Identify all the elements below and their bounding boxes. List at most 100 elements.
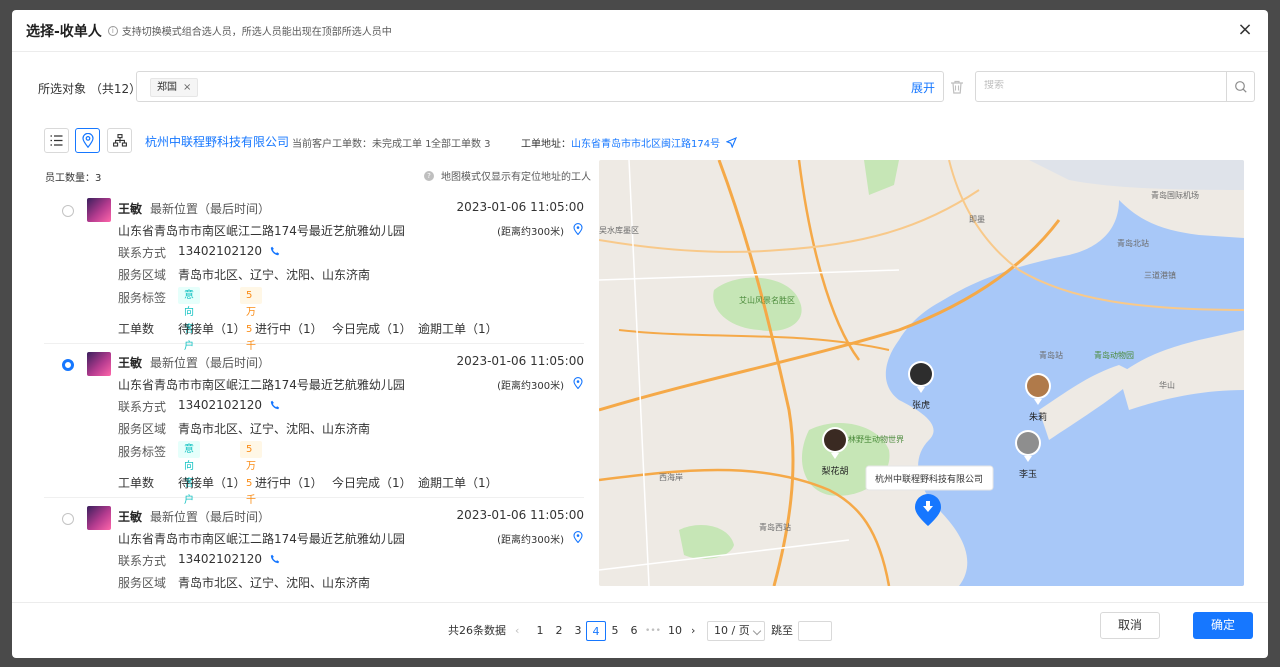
- orders-today-done[interactable]: 今日完成（1）: [332, 320, 412, 337]
- location-time: 2023-01-06 11:05:00: [456, 508, 584, 522]
- staff-address: 山东省青岛市市南区岷江二路174号最近艺航雅幼儿园: [118, 378, 405, 392]
- search-button[interactable]: [1226, 72, 1254, 101]
- company-link[interactable]: 杭州中联程野科技有限公司: [145, 133, 289, 150]
- selected-targets-row: 所选对象 （共12） 郑国 × 展开: [12, 71, 1268, 103]
- map-label: 吴水库墨区: [599, 225, 639, 235]
- tag-remove-icon[interactable]: ×: [183, 82, 191, 93]
- tags-row: 服务标签 意向客户 5万5千: [118, 441, 262, 506]
- tag-chip: 意向客户: [178, 287, 200, 352]
- phone-number: 13402102120: [178, 398, 262, 412]
- next-page-icon[interactable]: ›: [691, 621, 695, 641]
- service-area: 青岛市北区、辽宁、沈阳、山东济南: [178, 422, 371, 436]
- service-area: 青岛市北区、辽宁、沈阳、山东济南: [178, 576, 371, 590]
- map-label: 青岛西站: [759, 522, 791, 532]
- staff-item[interactable]: 王敏 最新位置（最后时间） 2023-01-06 11:05:00 山东省青岛市…: [44, 498, 584, 602]
- page-6[interactable]: 6: [629, 621, 639, 641]
- total-count: 共26条数据: [448, 624, 506, 637]
- search-box: [975, 71, 1255, 102]
- close-icon[interactable]: ×: [1236, 21, 1254, 40]
- orders-overdue[interactable]: 逾期工单（1）: [418, 474, 498, 491]
- marker-name: 梨花胡: [821, 465, 848, 477]
- page-2[interactable]: 2: [554, 621, 564, 641]
- staff-item[interactable]: 王敏 最新位置（最后时间） 2023-01-06 11:05:00 山东省青岛市…: [44, 344, 584, 506]
- page-10[interactable]: 10: [667, 621, 683, 641]
- order-address-link[interactable]: 山东省青岛市市北区闽江路174号: [571, 135, 738, 150]
- selected-targets-box[interactable]: 郑国 × 展开: [136, 71, 944, 102]
- orders-pending[interactable]: 待接单（1）: [178, 320, 246, 337]
- search-input[interactable]: [984, 80, 1214, 91]
- phone-icon[interactable]: [270, 400, 280, 410]
- contact-row: 联系方式 13402102120: [118, 552, 280, 569]
- distance: (距离约300米): [497, 381, 564, 392]
- staff-radio[interactable]: [62, 359, 74, 371]
- dialog-header: 选择-收单人 i 支持切换模式组合选人员，所选人员能出现在顶部所选人员中 ×: [12, 10, 1268, 52]
- map-label: 艾山风景名胜区: [739, 295, 795, 305]
- page-1[interactable]: 1: [535, 621, 545, 641]
- current-orders-stat: 当前客户工单数：未完成工单 1: [292, 139, 432, 150]
- area-row: 服务区域 青岛市北区、辽宁、沈阳、山东济南: [118, 268, 371, 282]
- svg-text:杭州中联程野科技有限公司: 杭州中联程野科技有限公司: [875, 473, 983, 485]
- all-orders-stat: 全部工单数 3: [431, 139, 491, 150]
- orders-in-progress[interactable]: 进行中（1）: [255, 320, 323, 337]
- list-mode-button[interactable]: [44, 128, 69, 153]
- cancel-button[interactable]: 取消: [1100, 612, 1160, 639]
- location-time: 2023-01-06 11:05:00: [456, 354, 584, 368]
- avatar: [87, 506, 111, 530]
- location-label: 最新位置（最后时间）: [150, 202, 271, 216]
- phone-number: 13402102120: [178, 552, 262, 566]
- staff-count: 员工数量：3: [45, 173, 102, 184]
- org-mode-button[interactable]: [107, 128, 132, 153]
- map-mode-tip: ? 地图模式仅显示有定位地址的工人: [424, 168, 591, 183]
- page-4-current[interactable]: 4: [586, 621, 606, 641]
- page-3[interactable]: 3: [573, 621, 583, 641]
- orders-pending[interactable]: 待接单（1）: [178, 474, 246, 491]
- expand-button[interactable]: 展开: [911, 79, 935, 96]
- map-label: 即墨: [969, 215, 985, 224]
- marker-name: 张虎: [912, 399, 930, 411]
- staff-radio[interactable]: [62, 205, 74, 217]
- staff-radio[interactable]: [62, 513, 74, 525]
- avatar: [87, 198, 111, 222]
- page-5[interactable]: 5: [610, 621, 620, 641]
- location-pin-icon[interactable]: [572, 377, 584, 389]
- marker-name: 朱莉: [1029, 411, 1047, 423]
- tag-chip: 意向客户: [178, 441, 200, 506]
- info-icon: i: [107, 25, 118, 36]
- map-mode-button[interactable]: [75, 128, 100, 153]
- phone-number: 13402102120: [178, 244, 262, 258]
- location-pin-icon[interactable]: [572, 223, 584, 235]
- location-pin-icon[interactable]: [572, 531, 584, 543]
- map-view[interactable]: 吴水库墨区 艾山风景名胜区 青岛森林野生动物世界 青岛西站 青岛站 青岛动物园 …: [599, 160, 1244, 586]
- phone-icon[interactable]: [270, 246, 280, 256]
- map-label: 西海岸: [659, 472, 683, 482]
- page-ellipsis[interactable]: •••: [645, 621, 661, 641]
- tag-chip: 5万5千: [240, 287, 262, 352]
- distance: (距离约300米): [497, 535, 564, 546]
- select-receiver-dialog: 选择-收单人 i 支持切换模式组合选人员，所选人员能出现在顶部所选人员中 × 所…: [12, 10, 1268, 658]
- jump-input[interactable]: [798, 621, 832, 641]
- staff-list: 王敏 最新位置（最后时间） 2023-01-06 11:05:00 山东省青岛市…: [44, 190, 584, 602]
- contact-row: 联系方式 13402102120: [118, 244, 280, 261]
- orders-overdue[interactable]: 逾期工单（1）: [418, 320, 498, 337]
- dialog-title: 选择-收单人: [26, 23, 102, 40]
- location-label: 最新位置（最后时间）: [150, 356, 271, 370]
- selected-targets-label: 所选对象 （共12）: [38, 82, 142, 96]
- confirm-button[interactable]: 确定: [1193, 612, 1253, 639]
- navigate-icon: [725, 136, 738, 149]
- list-icon: [50, 135, 63, 146]
- avatar: [87, 352, 111, 376]
- prev-page-icon[interactable]: ‹: [515, 621, 519, 641]
- map-label: 三道港镇: [1144, 270, 1176, 280]
- orders-today-done[interactable]: 今日完成（1）: [332, 474, 412, 491]
- map-label: 华山: [1159, 380, 1175, 390]
- trash-icon[interactable]: [949, 79, 965, 95]
- orders-in-progress[interactable]: 进行中（1）: [255, 474, 323, 491]
- contact-row: 联系方式 13402102120: [118, 398, 280, 415]
- page-size-select[interactable]: 10 / 页: [707, 621, 765, 641]
- phone-icon[interactable]: [270, 554, 280, 564]
- staff-item[interactable]: 王敏 最新位置（最后时间） 2023-01-06 11:05:00 山东省青岛市…: [44, 190, 584, 352]
- tags-row: 服务标签 意向客户 5万5千: [118, 287, 262, 352]
- map-canvas[interactable]: 吴水库墨区 艾山风景名胜区 青岛森林野生动物世界 青岛西站 青岛站 青岛动物园 …: [599, 160, 1244, 586]
- map-label: 青岛站: [1039, 350, 1063, 360]
- staff-name: 王敏: [118, 510, 143, 524]
